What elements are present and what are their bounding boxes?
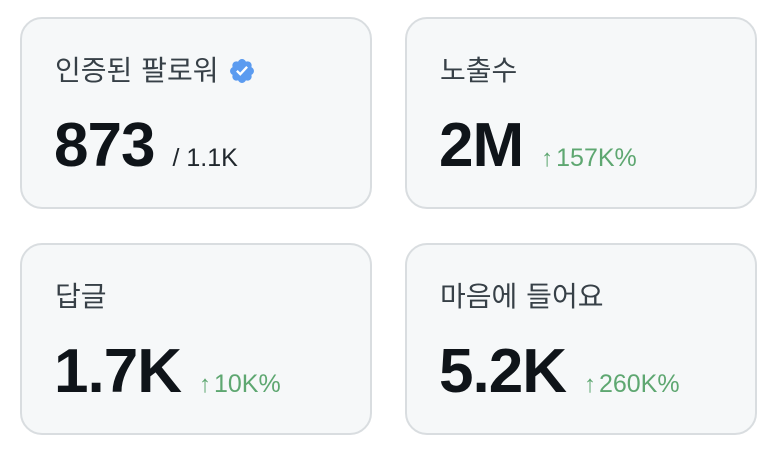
stat-card-impressions[interactable]: 노출수 2M ↑ 157K% <box>405 17 757 209</box>
stat-card-header: 답글 <box>55 279 107 315</box>
arrow-up-icon: ↑ <box>583 371 596 398</box>
stat-value-row: 873 / 1.1K <box>54 111 238 181</box>
stat-card-likes[interactable]: 마음에 들어요 5.2K ↑ 260K% <box>405 243 757 435</box>
stat-card-verified-followers[interactable]: 인증된 팔로워 873 / 1.1K <box>20 17 372 209</box>
stat-card-header: 인증된 팔로워 <box>55 53 256 89</box>
stat-change-value: 157K% <box>556 144 637 172</box>
stat-value: 1.7K <box>54 337 182 406</box>
arrow-up-icon: ↑ <box>198 371 211 398</box>
stat-value-row: 2M ↑ 157K% <box>439 111 637 181</box>
stats-grid: 인증된 팔로워 873 / 1.1K 노출수 2M ↑ 157K% 답글 1.7… <box>0 0 768 452</box>
stat-change: ↑ 10K% <box>199 370 281 399</box>
stat-value-row: 5.2K ↑ 260K% <box>439 337 680 407</box>
stat-label: 인증된 팔로워 <box>55 54 219 87</box>
stat-change-value: 10K% <box>213 370 281 398</box>
stat-change: ↑ 157K% <box>541 144 637 173</box>
stat-total: / 1.1K <box>172 144 238 172</box>
stat-label: 마음에 들어요 <box>440 280 604 313</box>
stat-card-header: 마음에 들어요 <box>440 279 603 315</box>
stat-label: 답글 <box>55 280 107 313</box>
stat-change: ↑ 260K% <box>584 370 680 399</box>
stat-label: 노출수 <box>440 54 518 87</box>
verified-badge-icon <box>230 59 255 83</box>
stat-card-replies[interactable]: 답글 1.7K ↑ 10K% <box>20 243 372 435</box>
stat-value: 873 <box>54 111 155 180</box>
stat-value-row: 1.7K ↑ 10K% <box>54 337 281 407</box>
stat-change-value: 260K% <box>598 370 680 398</box>
arrow-up-icon: ↑ <box>541 145 554 172</box>
stat-card-header: 노출수 <box>440 53 517 89</box>
stat-value: 2M <box>439 111 524 180</box>
stat-value: 5.2K <box>439 337 567 406</box>
